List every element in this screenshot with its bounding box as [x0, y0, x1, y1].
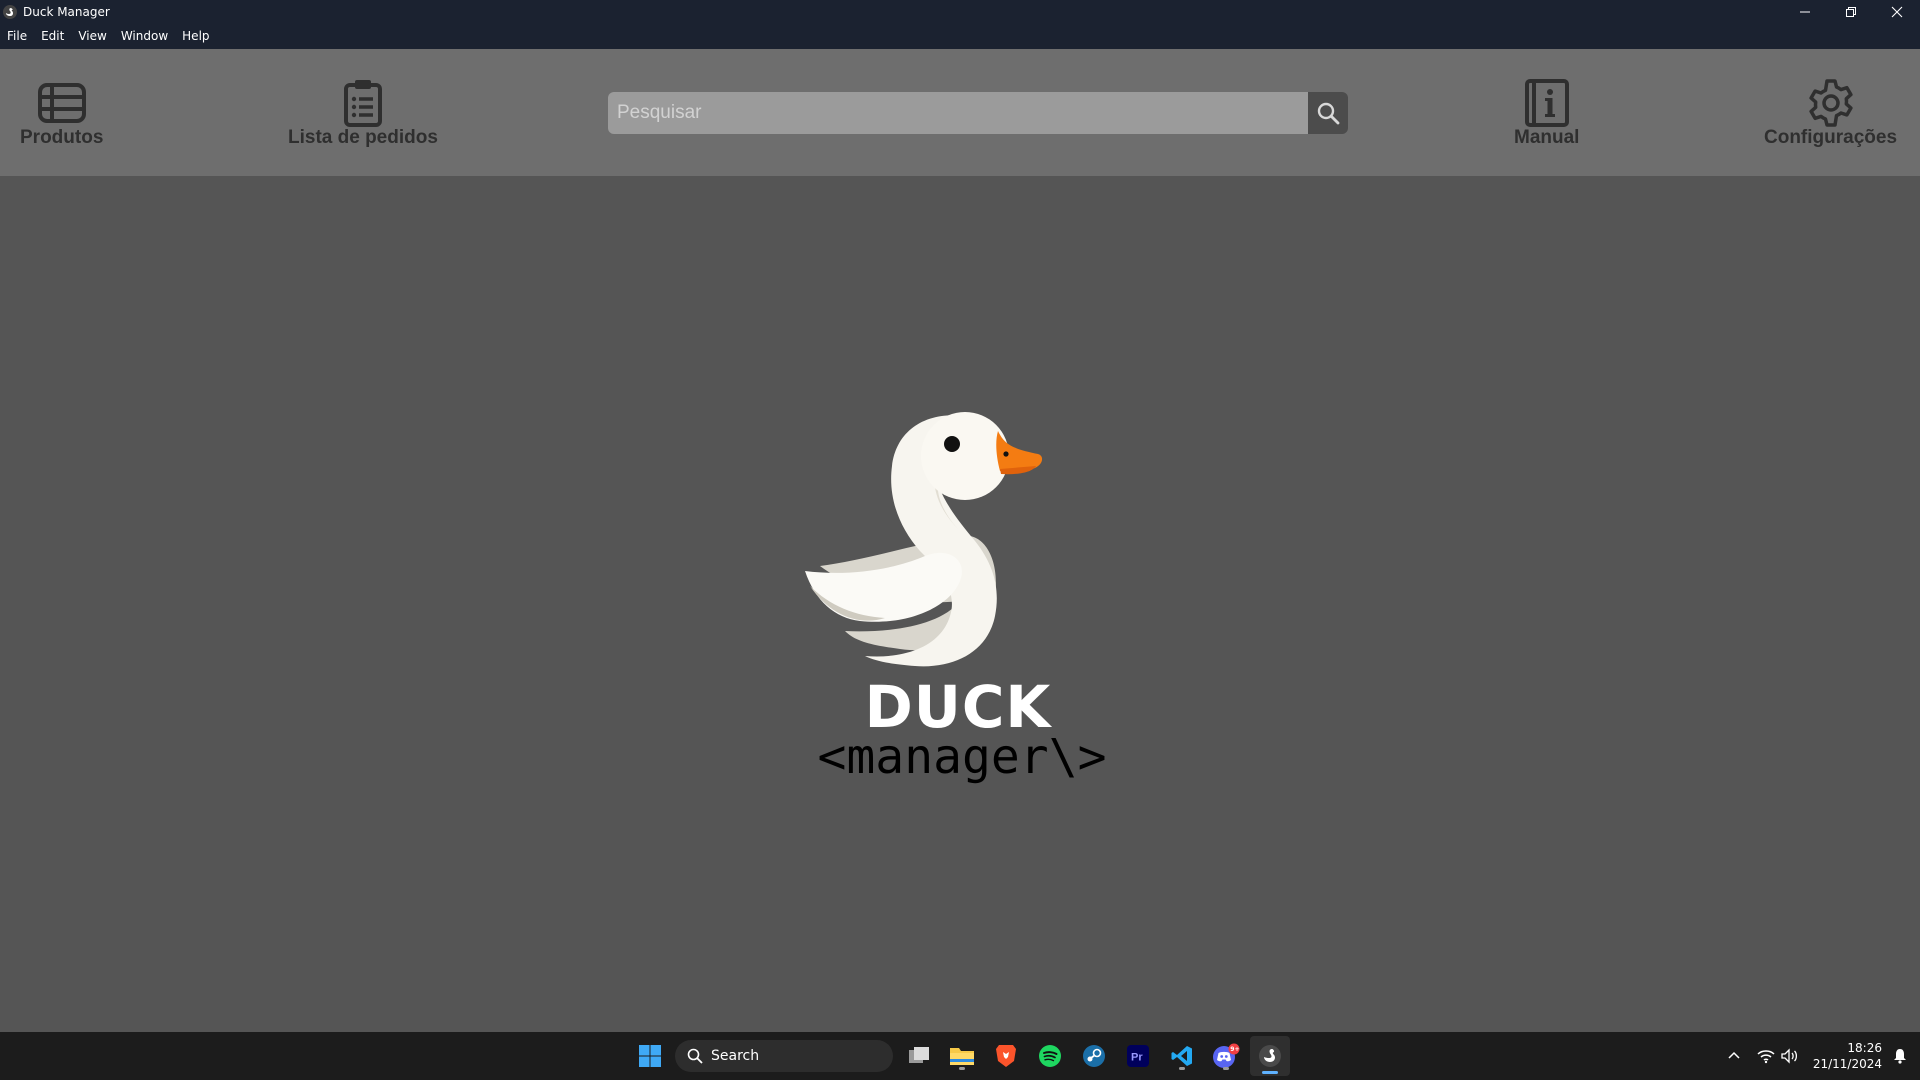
vscode-button[interactable]: [1166, 1040, 1198, 1072]
restore-button[interactable]: [1828, 0, 1874, 23]
start-button[interactable]: [634, 1040, 666, 1072]
orders-list-button[interactable]: Lista de pedidos: [288, 77, 438, 149]
premiere-text: Pr: [1131, 1052, 1143, 1064]
duck-app-icon: [3, 4, 17, 19]
manual-button[interactable]: Manual: [1514, 77, 1579, 149]
search-icon: [687, 1048, 703, 1064]
duck-manager-icon: [1259, 1045, 1281, 1067]
brave-lion-icon: [996, 1045, 1016, 1067]
window-controls: [1782, 0, 1920, 23]
menu-help[interactable]: Help: [175, 23, 216, 49]
window-title: Duck Manager: [23, 4, 110, 19]
premiere-pro-icon: Pr: [1127, 1045, 1149, 1067]
volume-icon[interactable]: [1781, 1048, 1799, 1064]
vscode-icon: [1171, 1046, 1192, 1066]
spotify-icon: [1039, 1045, 1061, 1067]
steam-icon: [1083, 1045, 1105, 1067]
running-indicator: [959, 1067, 965, 1070]
menu-window[interactable]: Window: [114, 23, 175, 49]
steam-button[interactable]: [1078, 1040, 1110, 1072]
system-tray: 18:26 21/11/2024: [1727, 1032, 1920, 1080]
premiere-button[interactable]: Pr: [1122, 1040, 1154, 1072]
clock[interactable]: 18:26 21/11/2024: [1813, 1040, 1882, 1072]
menu-view[interactable]: View: [71, 23, 113, 49]
search-button[interactable]: [1308, 92, 1348, 134]
settings-button[interactable]: Configurações: [1764, 77, 1897, 149]
logo-subtitle: <manager\>: [817, 729, 1107, 785]
products-button[interactable]: Produtos: [20, 77, 103, 149]
clipboard-list-icon: [343, 80, 382, 127]
brave-button[interactable]: [990, 1040, 1022, 1072]
gear-icon: [1808, 79, 1853, 127]
task-view-icon: [909, 1047, 929, 1063]
discord-badge: 9+: [1230, 1046, 1239, 1053]
orders-list-label: Lista de pedidos: [288, 127, 438, 148]
taskbar-search[interactable]: Search: [675, 1040, 893, 1072]
wifi-icon[interactable]: [1757, 1048, 1775, 1064]
duck-manager-taskbar-button[interactable]: [1250, 1036, 1290, 1076]
chevron-up-icon[interactable]: [1727, 1049, 1741, 1063]
folder-icon: [950, 1048, 974, 1065]
taskbar: Search Pr 9+ 18:26 21/11/2024: [0, 1032, 1920, 1080]
duck-manager-logo: DUCK <manager\>: [790, 411, 1130, 801]
minimize-icon: [1800, 11, 1810, 12]
menu-file[interactable]: File: [0, 23, 34, 49]
task-view-button[interactable]: [903, 1040, 935, 1072]
duck-logo-icon: [805, 412, 1043, 667]
running-indicator: [1223, 1067, 1229, 1070]
menu-bar: File Edit View Window Help: [0, 23, 1920, 49]
settings-label: Configurações: [1764, 127, 1898, 148]
main-content: DUCK <manager\>: [0, 176, 1920, 1032]
taskbar-search-label: Search: [711, 1048, 760, 1064]
notification-bell-icon[interactable]: [1892, 1048, 1908, 1064]
active-indicator: [1262, 1071, 1278, 1074]
windows-start-icon: [639, 1045, 661, 1067]
table-icon: [37, 83, 86, 123]
title-bar: Duck Manager: [0, 0, 1920, 23]
close-button[interactable]: [1874, 0, 1920, 23]
manual-label: Manual: [1514, 127, 1580, 148]
file-explorer-button[interactable]: [946, 1040, 978, 1072]
toolbar: Produtos Lista de pedidos M: [0, 49, 1920, 176]
restore-icon: [1846, 6, 1856, 17]
clock-date: 21/11/2024: [1812, 1057, 1882, 1071]
search-bar: [608, 92, 1348, 134]
info-book-icon: [1524, 79, 1569, 127]
products-label: Produtos: [20, 127, 104, 148]
discord-icon: 9+: [1213, 1043, 1240, 1068]
search-icon: [1317, 102, 1340, 125]
minimize-button[interactable]: [1782, 0, 1828, 23]
spotify-button[interactable]: [1034, 1040, 1066, 1072]
clock-time: 18:26: [1847, 1041, 1882, 1055]
menu-edit[interactable]: Edit: [34, 23, 71, 49]
close-icon: [1891, 6, 1903, 17]
search-input[interactable]: [608, 92, 1308, 134]
running-indicator: [1179, 1067, 1185, 1070]
discord-button[interactable]: 9+: [1210, 1040, 1242, 1072]
